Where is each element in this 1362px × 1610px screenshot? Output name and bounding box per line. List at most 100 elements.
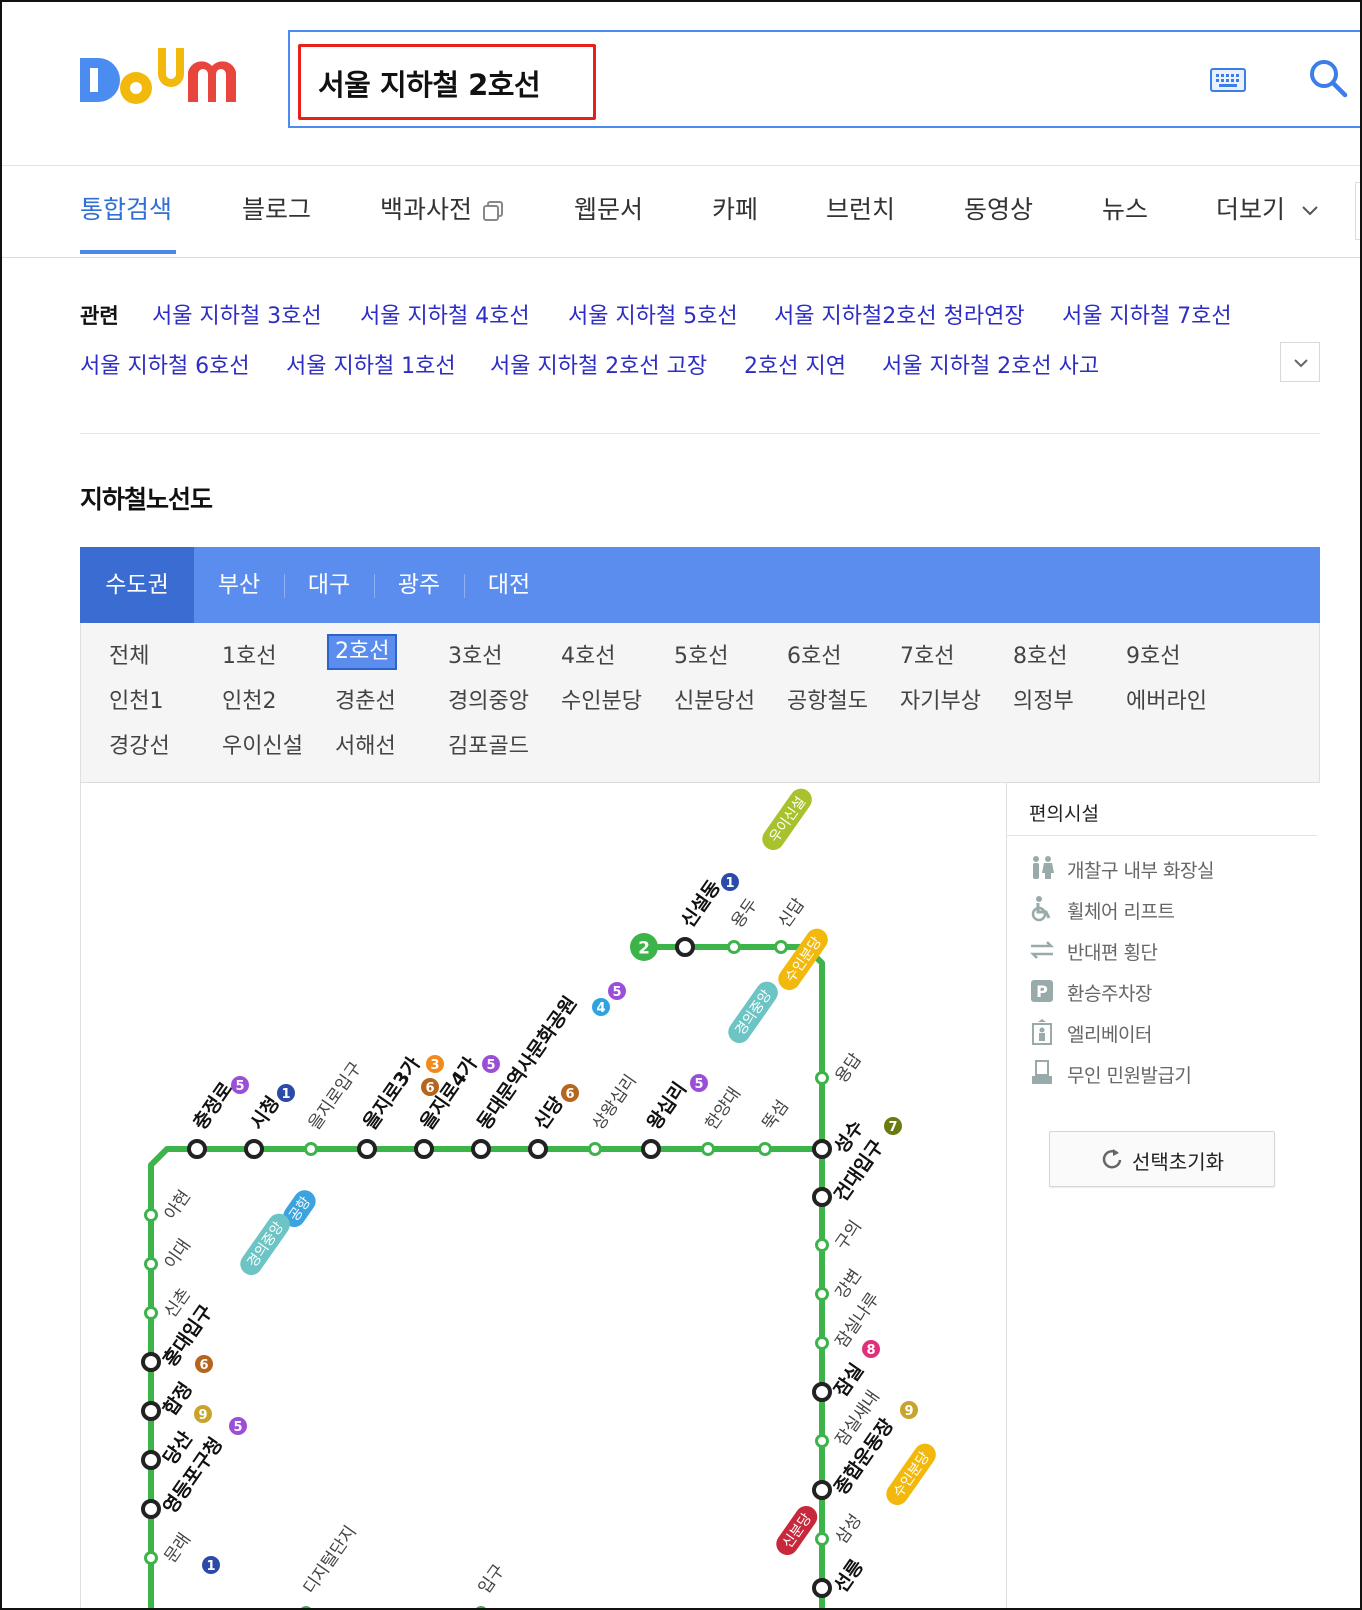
station-dot[interactable] xyxy=(812,1382,832,1402)
station-dot[interactable] xyxy=(588,1142,602,1156)
station-label[interactable]: 구의 xyxy=(832,1217,866,1254)
line-option[interactable]: 경의중앙 xyxy=(448,683,529,715)
station-dot[interactable] xyxy=(244,1139,264,1159)
station-dot[interactable] xyxy=(701,1142,715,1156)
line-option[interactable]: 7호선 xyxy=(900,638,954,670)
daum-logo[interactable] xyxy=(78,40,250,110)
station-dot[interactable] xyxy=(641,1139,661,1159)
station-dot[interactable] xyxy=(815,1287,829,1301)
station-label[interactable]: 시청 xyxy=(246,1093,284,1134)
line-option[interactable]: 전체 xyxy=(109,638,149,670)
station-dot[interactable] xyxy=(758,1142,772,1156)
station-dot[interactable] xyxy=(812,1480,832,1500)
station-dot[interactable] xyxy=(812,1139,832,1159)
station-dot[interactable] xyxy=(815,1336,829,1350)
station-dot[interactable] xyxy=(357,1139,377,1159)
station-dot[interactable] xyxy=(414,1139,434,1159)
tab-integrated-search[interactable]: 통합검색 xyxy=(80,190,172,226)
line2-route-map[interactable]: 2신설동 용두 신답용답성수건대입구구의강변잠실나루잠실잠실새내종합운동장삼성선릉충… xyxy=(81,783,1001,1610)
tab-brunch[interactable]: 브런치 xyxy=(826,190,895,226)
related-link[interactable]: 서울 지하철 4호선 xyxy=(360,298,530,330)
line-option[interactable]: 수인분당 xyxy=(561,683,642,715)
station-label[interactable]: 용두 xyxy=(728,895,762,932)
station-dot[interactable] xyxy=(187,1139,207,1159)
station-dot[interactable] xyxy=(141,1499,161,1519)
line-option[interactable]: 의정부 xyxy=(1013,683,1074,715)
station-label[interactable]: 용답 xyxy=(832,1049,867,1086)
region-tab-daejeon[interactable]: 대전 xyxy=(464,547,554,623)
station-dot[interactable] xyxy=(141,1352,161,1372)
related-link[interactable]: 2호선 지연 xyxy=(744,348,846,380)
station-dot[interactable] xyxy=(144,1551,158,1565)
station-label[interactable]: 한양대 xyxy=(702,1084,745,1134)
station-label[interactable]: 입구 xyxy=(475,1561,509,1598)
station-dot[interactable] xyxy=(471,1139,491,1159)
line-option[interactable]: 우이신설 xyxy=(222,728,303,760)
station-dot[interactable] xyxy=(815,1238,829,1252)
station-label[interactable]: 아현 xyxy=(161,1187,195,1224)
station-dot[interactable] xyxy=(144,1208,158,1222)
station-dot[interactable] xyxy=(141,1450,161,1470)
station-dot[interactable] xyxy=(727,940,741,954)
station-label[interactable]: 왕십리 xyxy=(643,1078,691,1134)
line-option[interactable]: 서해선 xyxy=(335,728,396,760)
line-option[interactable]: 자기부상 xyxy=(900,683,981,715)
related-expand-button[interactable] xyxy=(1280,342,1320,382)
tab-video[interactable]: 동영상 xyxy=(964,190,1033,226)
line-option[interactable]: 공항철도 xyxy=(787,683,868,715)
station-dot[interactable] xyxy=(304,1142,318,1156)
region-tab-capital[interactable]: 수도권 xyxy=(80,547,194,623)
station-dot[interactable] xyxy=(144,1306,158,1320)
related-link[interactable]: 서울 지하철 3호선 xyxy=(152,298,322,330)
line-option[interactable]: 6호선 xyxy=(787,638,841,670)
tab-more[interactable]: 더보기 xyxy=(1216,190,1319,226)
tab-cafe[interactable]: 카페 xyxy=(712,190,758,226)
line-option[interactable]: 신분당선 xyxy=(674,683,755,715)
region-tab-gwangju[interactable]: 광주 xyxy=(374,547,464,623)
station-label[interactable]: 문래 xyxy=(161,1530,195,1567)
line-option[interactable]: 경춘선 xyxy=(335,683,396,715)
station-label[interactable]: 신설동 xyxy=(677,876,725,932)
search-box[interactable]: 서울 지하철 2호선 xyxy=(288,30,1360,128)
station-label[interactable]: 신당 xyxy=(530,1092,568,1134)
related-link[interactable]: 서울 지하철 1호선 xyxy=(286,348,456,380)
station-dot[interactable] xyxy=(815,1532,829,1546)
related-link[interactable]: 서울 지하철 5호선 xyxy=(568,298,738,330)
station-dot[interactable] xyxy=(675,937,695,957)
line-option[interactable]: 8호선 xyxy=(1013,638,1067,670)
line-option[interactable]: 1호선 xyxy=(222,638,276,670)
related-link[interactable]: 서울 지하철2호선 청라연장 xyxy=(774,298,1025,330)
station-label[interactable]: 디지털단지 xyxy=(300,1522,361,1598)
station-dot[interactable] xyxy=(812,1187,832,1207)
tab-encyclopedia[interactable]: 백과사전 xyxy=(380,190,504,226)
tab-news[interactable]: 뉴스 xyxy=(1102,190,1148,226)
region-tab-busan[interactable]: 부산 xyxy=(194,547,284,623)
station-label[interactable]: 합정 xyxy=(159,1379,197,1420)
station-dot[interactable] xyxy=(815,1071,829,1085)
station-label[interactable]: 삼성 xyxy=(832,1511,866,1548)
station-label[interactable]: 충정로 xyxy=(189,1078,237,1134)
related-link[interactable]: 서울 지하철 2호선 사고 xyxy=(882,348,1099,380)
line-option[interactable]: 김포골드 xyxy=(448,728,529,760)
station-dot[interactable] xyxy=(141,1401,161,1421)
station-label[interactable]: 신답 xyxy=(775,894,810,931)
line-option[interactable]: 에버라인 xyxy=(1126,683,1207,715)
related-link[interactable]: 서울 지하철 6호선 xyxy=(80,348,250,380)
search-input[interactable]: 서울 지하철 2호선 xyxy=(318,62,541,104)
related-link[interactable]: 서울 지하철 7호선 xyxy=(1062,298,1232,330)
line-option[interactable]: 인천1 xyxy=(109,683,163,715)
line-option[interactable]: 9호선 xyxy=(1126,638,1180,670)
station-dot[interactable] xyxy=(774,940,788,954)
search-icon[interactable] xyxy=(1308,58,1348,98)
tab-blog[interactable]: 블로그 xyxy=(242,190,311,226)
region-tab-daegu[interactable]: 대구 xyxy=(284,547,374,623)
keyboard-icon[interactable] xyxy=(1210,68,1246,92)
station-dot[interactable] xyxy=(144,1257,158,1271)
related-link[interactable]: 서울 지하철 2호선 고장 xyxy=(490,348,707,380)
station-label[interactable]: 이대 xyxy=(161,1236,195,1273)
station-dot[interactable] xyxy=(528,1139,548,1159)
station-dot[interactable] xyxy=(815,1434,829,1448)
line-option[interactable]: 5호선 xyxy=(674,638,728,670)
line-option[interactable]: 3호선 xyxy=(448,638,502,670)
line-option[interactable]: 인천2 xyxy=(222,683,276,715)
